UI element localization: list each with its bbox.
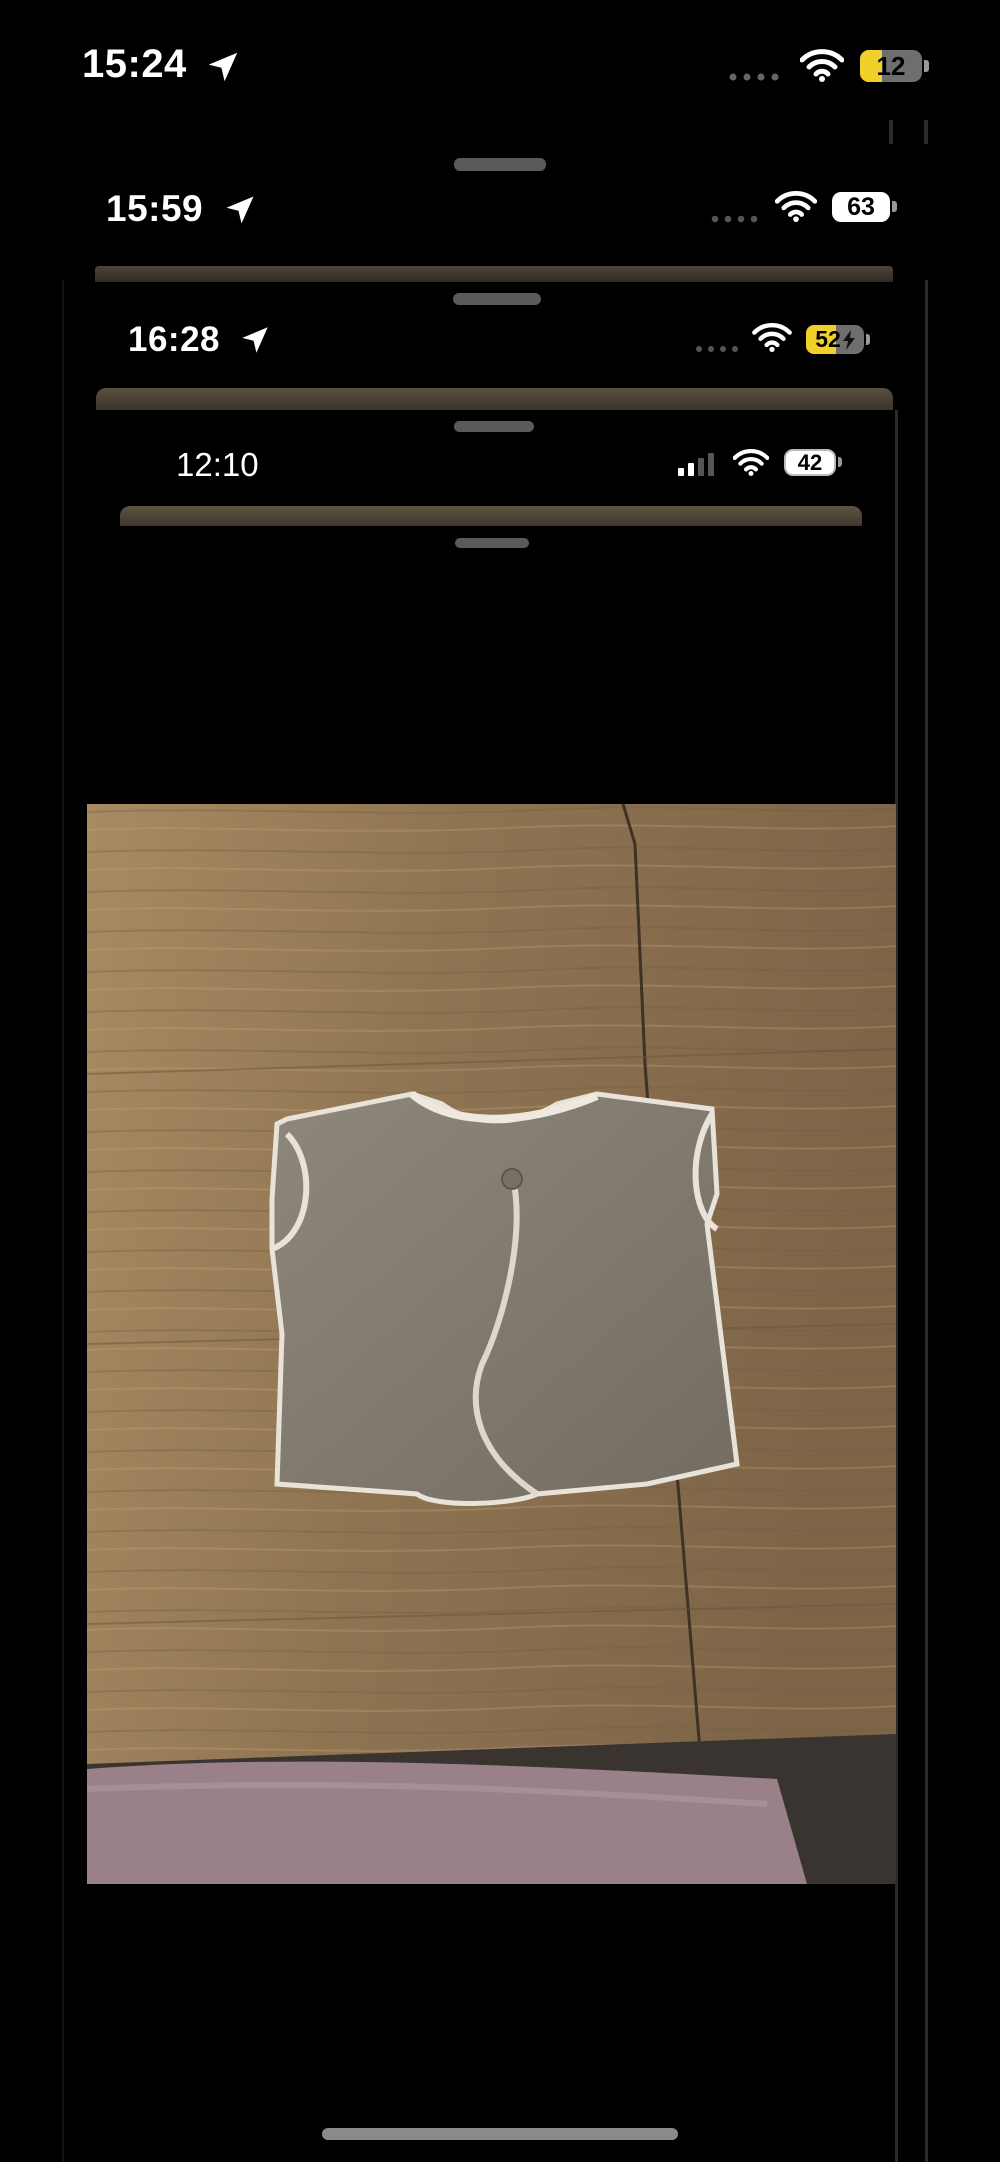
stack-edge — [62, 280, 64, 2162]
battery-nub — [924, 60, 929, 72]
no-service-dots-icon — [728, 72, 782, 82]
sheet-grabber[interactable] — [454, 158, 546, 171]
sheet-grabber[interactable] — [453, 293, 541, 305]
screen-preview-strip — [95, 266, 893, 282]
battery-indicator: 63 — [832, 192, 890, 222]
battery-indicator: 12 — [860, 50, 922, 82]
wifi-icon — [752, 322, 792, 352]
battery-nub — [838, 457, 842, 467]
battery-indicator: 42 — [784, 449, 836, 476]
status-time: 15:59 — [106, 188, 204, 229]
stack-edge — [889, 120, 893, 144]
battery-nub — [892, 201, 897, 212]
screen-preview-strip — [120, 506, 862, 526]
sheet-grabber[interactable] — [454, 421, 534, 432]
status-time: 12:10 — [176, 446, 259, 483]
wifi-icon — [733, 448, 769, 476]
location-arrow-icon — [222, 192, 258, 228]
sheet-grabber[interactable] — [455, 538, 529, 548]
wifi-icon — [775, 190, 817, 222]
location-arrow-icon — [204, 48, 242, 86]
stack-edge — [924, 120, 928, 144]
no-service-dots-icon — [710, 214, 760, 224]
vest-photo[interactable] — [87, 804, 896, 1884]
battery-indicator: 52 — [806, 325, 864, 354]
stack-edge — [925, 280, 928, 2162]
cellular-bars-icon — [678, 452, 718, 476]
location-arrow-icon — [238, 323, 272, 357]
status-time: 16:28 — [128, 320, 221, 359]
battery-nub — [866, 334, 870, 345]
status-time: 15:24 — [82, 42, 187, 86]
home-indicator[interactable] — [322, 2128, 678, 2140]
screen-preview-strip — [96, 388, 893, 410]
wifi-icon — [800, 48, 844, 82]
no-service-dots-icon — [694, 344, 740, 354]
charging-bolt-icon — [842, 329, 855, 350]
